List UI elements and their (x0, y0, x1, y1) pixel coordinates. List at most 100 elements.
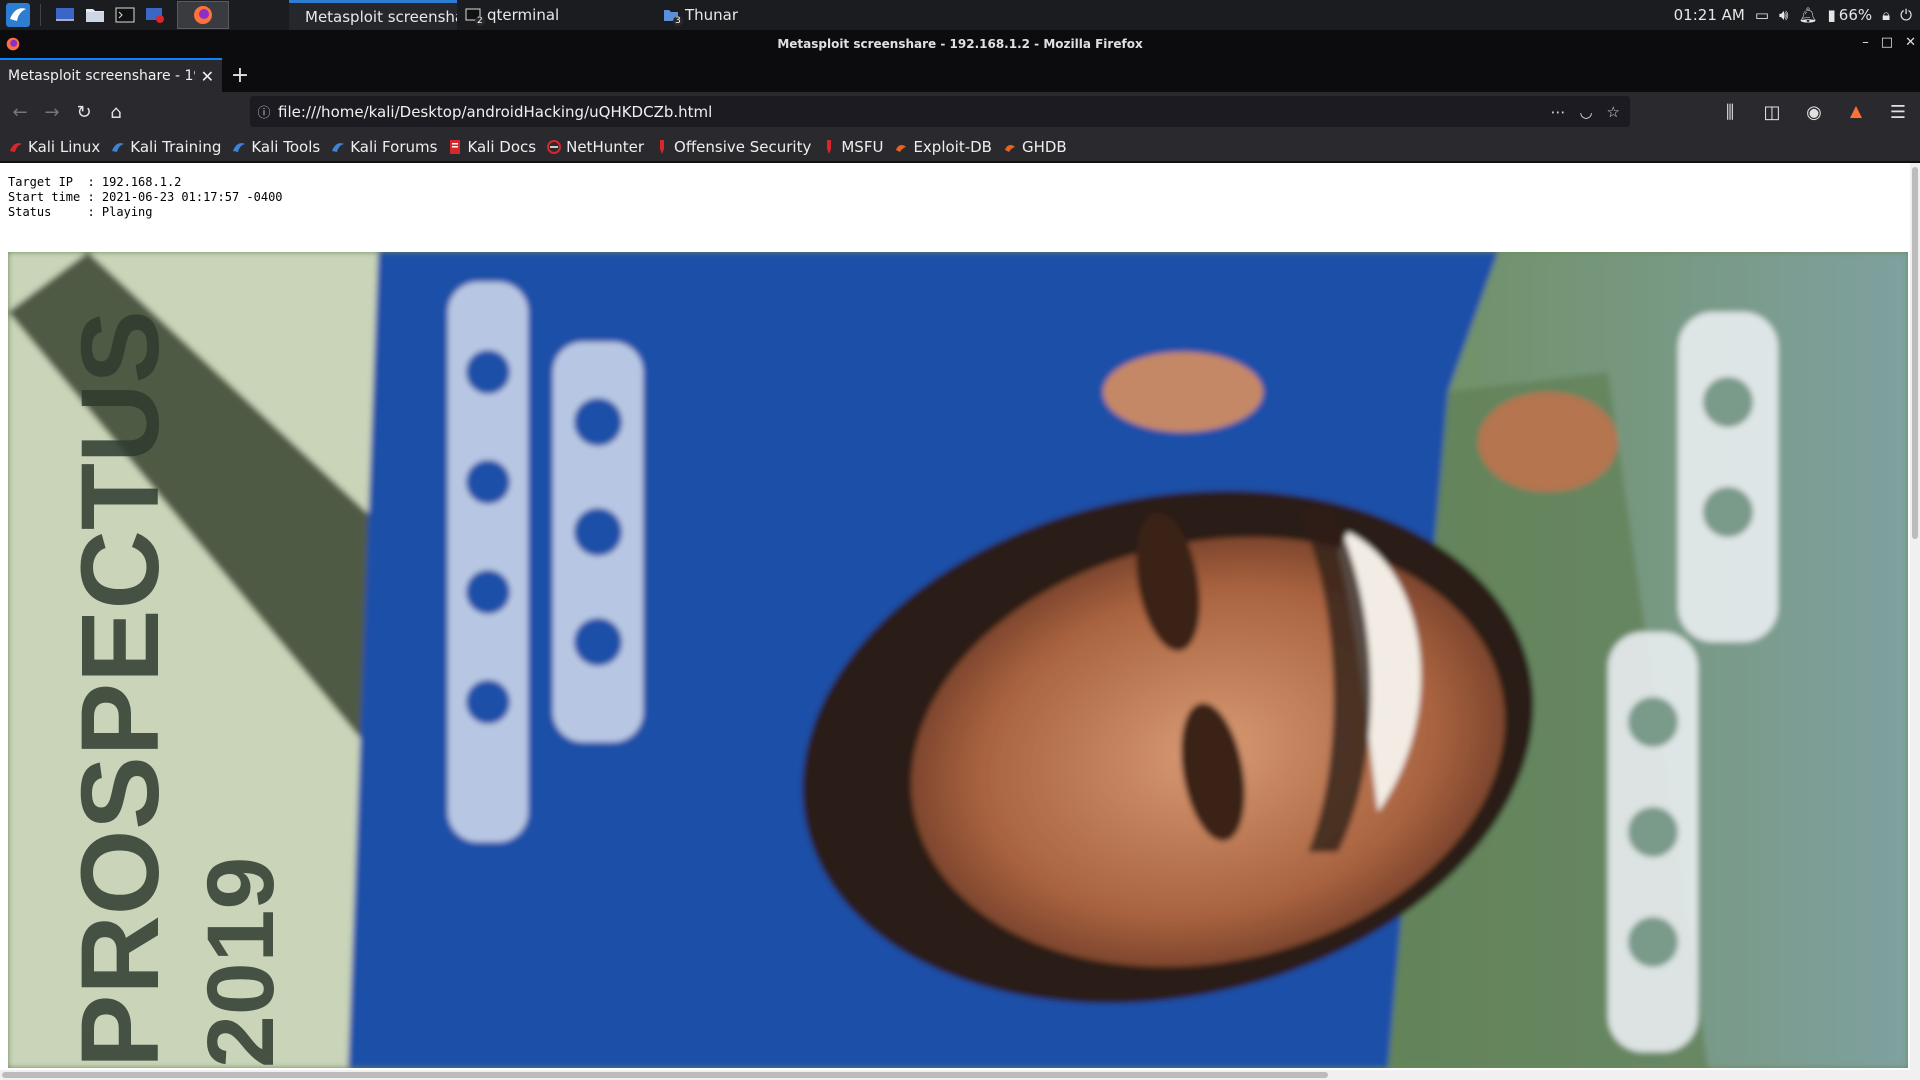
page-actions-icon[interactable]: ⋯ (1550, 103, 1565, 121)
kali-menu-icon[interactable] (6, 3, 30, 27)
metasploit-icon[interactable] (143, 3, 167, 27)
task-firefox[interactable]: Metasploit screenshare ... (289, 0, 457, 30)
bookmark-label: Kali Linux (28, 137, 101, 156)
task-qterminal[interactable]: 2 qterminal (457, 0, 655, 30)
home-icon: ⌂ (110, 101, 122, 123)
camera-frame-image: PROSPECTUS 2019 (8, 252, 1908, 1068)
prospectus-text: PROSPECTUS (59, 310, 182, 1068)
tab-metasploit-screenshare[interactable]: Metasploit screenshare - 192.168.1.2 ✕ (0, 58, 222, 92)
docs-red-icon (447, 139, 463, 155)
library-icon[interactable]: ⫼ (1714, 96, 1746, 128)
page-info-icon[interactable]: ⓘ (250, 102, 278, 121)
display-icon[interactable]: ▭ (1755, 6, 1769, 24)
tab-label: Metasploit screenshare - 192.168.1.2 (8, 68, 195, 84)
bookmark-msfu[interactable]: MSFU (821, 138, 883, 156)
task-label: Metasploit screenshare ... (305, 7, 457, 26)
system-tray: 01:21 AM ▭ 🔊︎ 🔔︎ ▮ 66% 🔒︎ ⏻ (1674, 0, 1920, 30)
file-manager-icon[interactable] (83, 3, 107, 27)
start-time-line: Start time : 2021-06-23 01:17:57 -0400 (8, 190, 283, 204)
close-tab-icon[interactable]: ✕ (201, 67, 214, 86)
bookmark-label: GHDB (1021, 137, 1067, 156)
reload-icon: ↻ (76, 101, 92, 123)
forward-button[interactable]: → (36, 96, 68, 128)
msfu-red-icon (821, 139, 837, 155)
kali-dragon-blue-icon (110, 139, 126, 155)
notification-bell-icon[interactable]: 🔔︎ (1798, 6, 1817, 24)
bookmark-label: MSFU (841, 137, 884, 156)
prospectus-text-group: PROSPECTUS (59, 310, 182, 1068)
arrow-left-icon: ← (12, 101, 28, 123)
task-label: Thunar (685, 6, 739, 24)
horizontal-scroll-thumb[interactable] (2, 1072, 1328, 1078)
session-info: Target IP : 192.168.1.2 Start time : 2021… (8, 175, 283, 220)
clock[interactable]: 01:21 AM (1674, 6, 1745, 24)
url-bar[interactable]: ⓘ file:///home/kali/Desktop/androidHacki… (250, 96, 1630, 127)
vertical-scrollbar[interactable] (1910, 163, 1920, 1080)
offsec-red-icon (654, 139, 670, 155)
bookmark-label: Kali Forums (350, 137, 438, 156)
taskbar: Metasploit screenshare ... 2 qterminal 3… (0, 0, 1920, 30)
bookmark-offensive-security[interactable]: Offensive Security (654, 138, 811, 156)
vertical-scroll-thumb[interactable] (1912, 167, 1918, 539)
power-icon[interactable]: ⏻ (1900, 6, 1912, 24)
streamed-screenshot: PROSPECTUS 2019 (8, 252, 1908, 1068)
bookmark-kali-linux[interactable]: Kali Linux (8, 138, 100, 156)
bookmark-kali-tools[interactable]: Kali Tools (231, 138, 320, 156)
year-text: 2019 (188, 857, 294, 1068)
minimize-icon[interactable]: – (1862, 35, 1869, 50)
home-button[interactable]: ⌂ (100, 96, 132, 128)
show-desktop-icon[interactable] (53, 3, 77, 27)
window-title: Metasploit screenshare - 192.168.1.2 - M… (777, 37, 1143, 51)
sidebar-icon[interactable]: ◫ (1756, 96, 1788, 128)
task-count-badge: 3 (673, 16, 683, 26)
bookmark-kali-forums[interactable]: Kali Forums (330, 138, 437, 156)
close-icon[interactable]: ✕ (1905, 35, 1916, 50)
bookmark-exploit-db[interactable]: Exploit-DB (893, 138, 992, 156)
battery-icon: ▮ (1827, 6, 1836, 24)
bookmark-star-icon[interactable]: ☆ (1607, 103, 1620, 121)
battery-percent: 66% (1838, 6, 1873, 24)
kali-dragon-red-icon (8, 139, 24, 155)
ghdb-orange-icon (1002, 139, 1018, 155)
bookmark-nethunter[interactable]: NetHunter (546, 138, 644, 156)
horizontal-scrollbar[interactable] (0, 1070, 1910, 1080)
bookmark-label: Exploit-DB (913, 137, 992, 156)
kali-dragon-blue-icon (330, 139, 346, 155)
new-tab-button[interactable]: + (222, 58, 258, 92)
bookmark-label: Kali Training (130, 137, 222, 156)
bookmark-label: NetHunter (566, 137, 645, 156)
bookmark-ghdb[interactable]: GHDB (1002, 138, 1067, 156)
reload-button[interactable]: ↻ (68, 96, 100, 128)
battery-indicator[interactable]: ▮ 66% (1828, 6, 1873, 24)
task-count-badge: 2 (475, 16, 485, 26)
lock-icon[interactable]: 🔒︎ (1882, 6, 1890, 24)
arrow-right-icon: → (44, 101, 60, 123)
maximize-icon[interactable]: □ (1881, 35, 1893, 50)
status-line: Status : Playing (8, 205, 153, 219)
url-text[interactable]: file:///home/kali/Desktop/androidHacking… (278, 103, 1550, 121)
exploitdb-orange-icon (893, 139, 909, 155)
firefox-icon (6, 37, 20, 51)
task-label: qterminal (487, 6, 560, 24)
menu-hamburger-icon[interactable]: ☰ (1882, 96, 1914, 128)
target-ip-line: Target IP : 192.168.1.2 (8, 175, 182, 189)
back-button[interactable]: ← (4, 96, 36, 128)
volume-icon[interactable]: 🔊︎ (1779, 6, 1788, 24)
kali-dragon-blue-icon (231, 139, 247, 155)
account-icon[interactable]: ◉ (1798, 96, 1830, 128)
firefox-launcher-icon[interactable] (177, 1, 229, 29)
bookmark-label: Kali Tools (251, 137, 321, 156)
terminal-icon[interactable] (113, 3, 137, 27)
pocket-icon[interactable]: ◡ (1579, 103, 1592, 121)
task-thunar[interactable]: 3 Thunar (655, 0, 835, 30)
bookmark-kali-training[interactable]: Kali Training (110, 138, 221, 156)
taskbar-separator (40, 4, 41, 26)
bookmark-label: Offensive Security (674, 137, 812, 156)
extension-icon[interactable] (1840, 96, 1872, 128)
bookmark-kali-docs[interactable]: Kali Docs (447, 138, 536, 156)
tab-strip: Metasploit screenshare - 192.168.1.2 ✕ + (0, 58, 1920, 92)
bookmark-label: Kali Docs (467, 137, 537, 156)
window-titlebar: Metasploit screenshare - 192.168.1.2 - M… (0, 30, 1920, 58)
plus-icon: + (230, 62, 250, 88)
page-content: Target IP : 192.168.1.2 Start time : 2021… (0, 163, 1920, 1080)
